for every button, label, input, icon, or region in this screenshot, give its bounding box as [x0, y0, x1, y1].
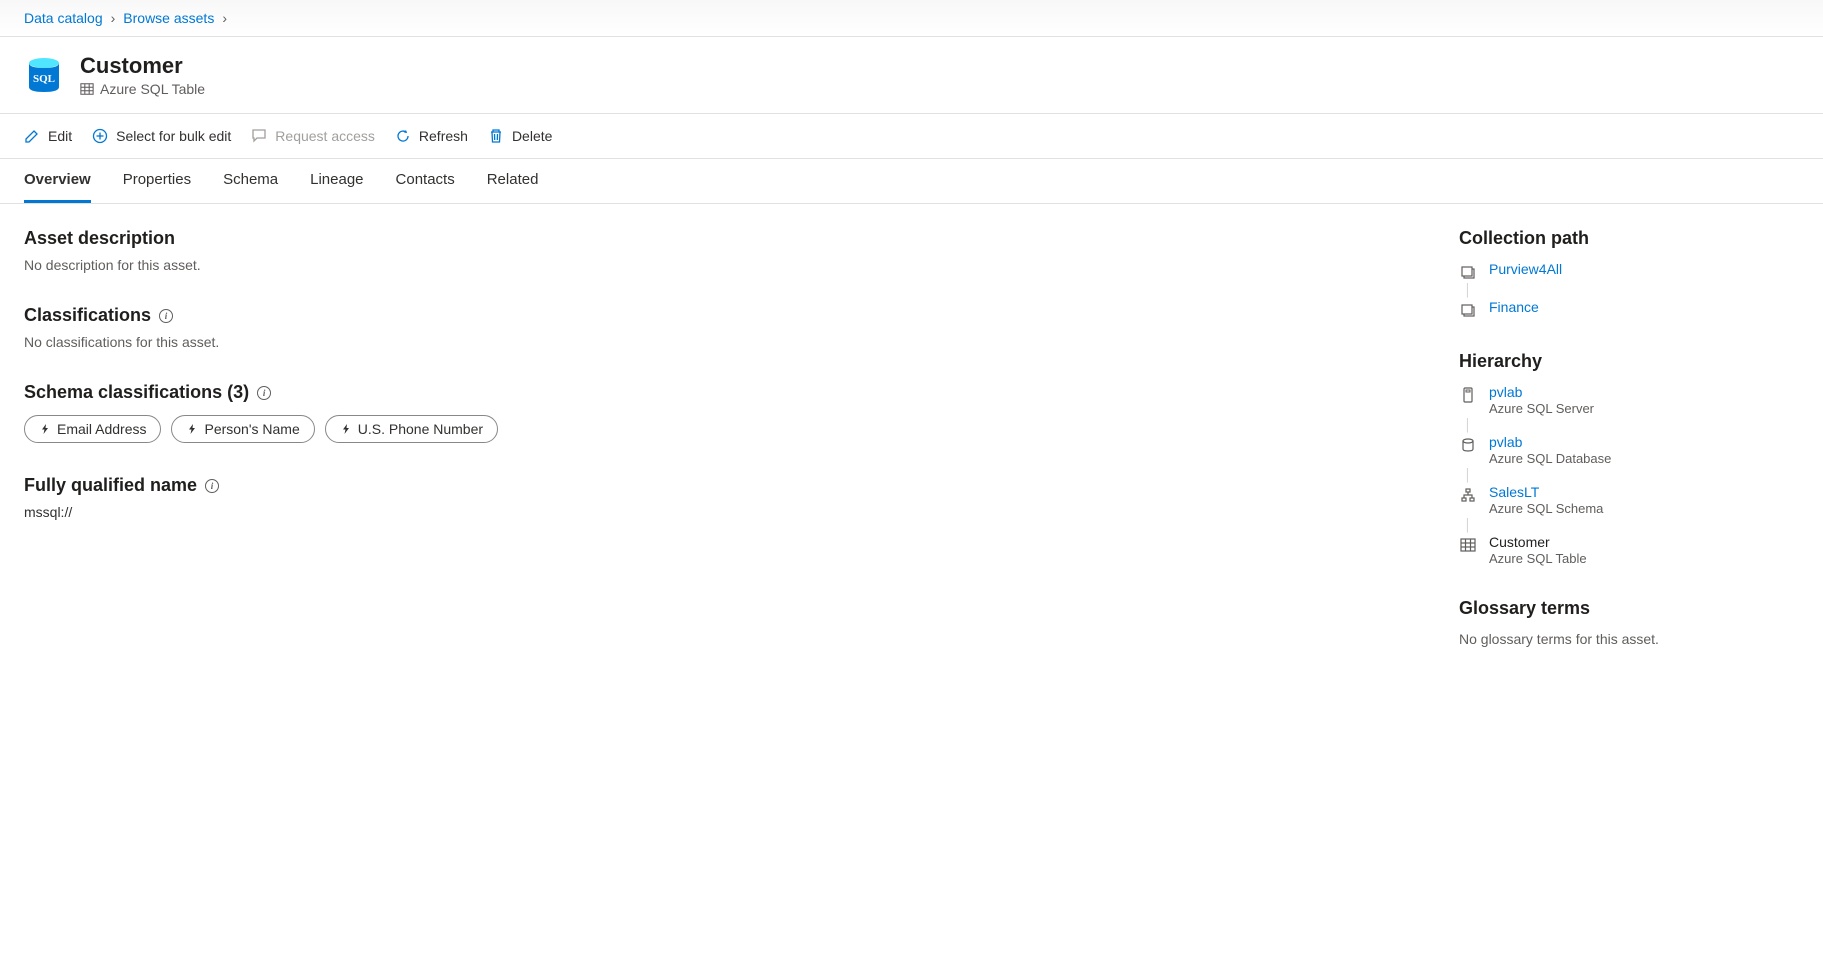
classifications-section: Classifications i No classifications for…: [24, 305, 1411, 350]
edit-button[interactable]: Edit: [24, 124, 72, 148]
table-icon: [80, 82, 94, 96]
classification-chip-email[interactable]: Email Address: [24, 415, 161, 443]
plus-circle-icon: [92, 128, 108, 144]
collection-icon: [1459, 263, 1477, 281]
request-access-button: Request access: [251, 124, 375, 148]
tab-overview[interactable]: Overview: [24, 159, 91, 203]
svg-text:SQL: SQL: [33, 73, 55, 85]
breadcrumb-link-catalog[interactable]: Data catalog: [24, 10, 103, 26]
fqn-value: mssql://: [24, 504, 1411, 520]
collection-link-root[interactable]: Purview4All: [1489, 261, 1562, 277]
hierarchy-link-server[interactable]: pvlab: [1489, 384, 1594, 400]
refresh-button[interactable]: Refresh: [395, 124, 468, 148]
asset-description-section: Asset description No description for thi…: [24, 228, 1411, 273]
classifications-text: No classifications for this asset.: [24, 334, 1411, 350]
server-icon: [1459, 386, 1477, 404]
comment-icon: [251, 128, 267, 144]
delete-button[interactable]: Delete: [488, 124, 552, 148]
info-icon[interactable]: i: [257, 386, 271, 400]
hierarchy-type: Azure SQL Schema: [1489, 501, 1603, 516]
delete-label: Delete: [512, 128, 552, 144]
collection-link-finance[interactable]: Finance: [1489, 299, 1539, 315]
hierarchy-section: Hierarchy pvlab Azure SQL Server │ pvlab…: [1459, 351, 1799, 566]
chevron-right-icon: ›: [222, 10, 227, 26]
content-area: Asset description No description for thi…: [0, 204, 1823, 703]
path-connector: │: [1459, 281, 1477, 299]
schema-icon: [1459, 486, 1477, 504]
glossary-section: Glossary terms No glossary terms for thi…: [1459, 598, 1799, 647]
asset-description-text: No description for this asset.: [24, 257, 1411, 273]
page-title: Customer: [80, 53, 205, 79]
refresh-icon: [395, 128, 411, 144]
path-connector: │: [1459, 516, 1477, 534]
hierarchy-current-label: Customer: [1489, 534, 1587, 550]
bulk-edit-label: Select for bulk edit: [116, 128, 231, 144]
asset-header: SQL Customer Azure SQL Table: [0, 37, 1823, 114]
database-icon: [1459, 436, 1477, 454]
sql-database-icon: SQL: [24, 55, 64, 95]
classifications-title: Classifications: [24, 305, 151, 326]
hierarchy-title: Hierarchy: [1459, 351, 1799, 372]
hierarchy-type: Azure SQL Database: [1489, 451, 1611, 466]
side-column: Collection path Purview4All │ Finance Hi…: [1459, 228, 1799, 679]
edit-label: Edit: [48, 128, 72, 144]
breadcrumb-link-browse[interactable]: Browse assets: [123, 10, 214, 26]
tab-schema[interactable]: Schema: [223, 159, 278, 203]
chip-label: Person's Name: [204, 421, 299, 437]
refresh-label: Refresh: [419, 128, 468, 144]
trash-icon: [488, 128, 504, 144]
lightning-icon: [186, 423, 198, 435]
request-access-label: Request access: [275, 128, 375, 144]
chip-label: Email Address: [57, 421, 146, 437]
tab-properties[interactable]: Properties: [123, 159, 191, 203]
path-connector: │: [1459, 466, 1477, 484]
lightning-icon: [39, 423, 51, 435]
glossary-title: Glossary terms: [1459, 598, 1799, 619]
toolbar: Edit Select for bulk edit Request access…: [0, 114, 1823, 159]
collection-icon: [1459, 301, 1477, 319]
collection-path-title: Collection path: [1459, 228, 1799, 249]
main-column: Asset description No description for thi…: [24, 228, 1411, 679]
asset-description-title: Asset description: [24, 228, 1411, 249]
info-icon[interactable]: i: [205, 479, 219, 493]
hierarchy-link-schema[interactable]: SalesLT: [1489, 484, 1603, 500]
asset-type-label: Azure SQL Table: [100, 81, 205, 97]
breadcrumb: Data catalog › Browse assets ›: [0, 0, 1823, 37]
lightning-icon: [340, 423, 352, 435]
fqn-section: Fully qualified name i mssql://: [24, 475, 1411, 520]
tab-contacts[interactable]: Contacts: [396, 159, 455, 203]
chevron-right-icon: ›: [111, 10, 116, 26]
bulk-edit-button[interactable]: Select for bulk edit: [92, 124, 231, 148]
hierarchy-link-database[interactable]: pvlab: [1489, 434, 1611, 450]
tab-related[interactable]: Related: [487, 159, 539, 203]
table-icon: [1459, 536, 1477, 554]
glossary-text: No glossary terms for this asset.: [1459, 631, 1799, 647]
schema-classifications-title: Schema classifications (3): [24, 382, 249, 403]
pencil-icon: [24, 128, 40, 144]
collection-path-section: Collection path Purview4All │ Finance: [1459, 228, 1799, 319]
chip-label: U.S. Phone Number: [358, 421, 483, 437]
info-icon[interactable]: i: [159, 309, 173, 323]
hierarchy-type: Azure SQL Server: [1489, 401, 1594, 416]
fqn-title: Fully qualified name: [24, 475, 197, 496]
tabs: Overview Properties Schema Lineage Conta…: [0, 159, 1823, 204]
classification-chip-name[interactable]: Person's Name: [171, 415, 314, 443]
hierarchy-type: Azure SQL Table: [1489, 551, 1587, 566]
tab-lineage[interactable]: Lineage: [310, 159, 363, 203]
schema-classifications-section: Schema classifications (3) i Email Addre…: [24, 382, 1411, 443]
path-connector: │: [1459, 416, 1477, 434]
classification-chip-phone[interactable]: U.S. Phone Number: [325, 415, 498, 443]
